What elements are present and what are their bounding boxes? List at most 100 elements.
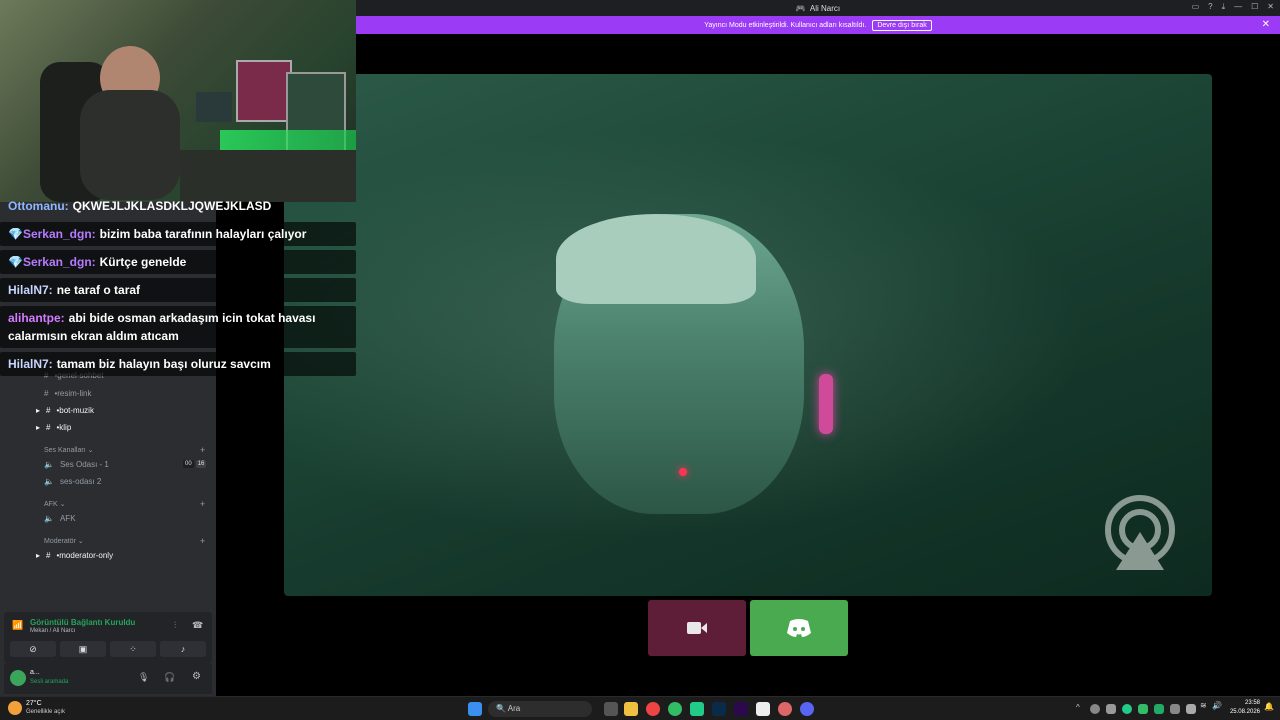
clock-date[interactable]: 25.08.2026 xyxy=(1226,709,1260,715)
weather-temp[interactable]: 27°C xyxy=(26,700,42,707)
noise-suppression-icon[interactable]: ⫶ xyxy=(174,620,176,631)
camera-icon xyxy=(687,622,707,634)
hash-icon: # xyxy=(44,389,49,398)
diamond-badge-icon: 💎 xyxy=(8,255,23,269)
activities-button[interactable]: ⁘ xyxy=(110,641,156,657)
close-icon[interactable]: ✕ xyxy=(1267,2,1274,12)
premiere-icon[interactable] xyxy=(734,702,748,716)
category-voice[interactable]: Ses Kanalları ⌄ xyxy=(44,446,93,454)
download-icon[interactable]: ⤓ xyxy=(1222,2,1226,12)
disconnect-icon[interactable]: ☎ xyxy=(192,620,203,631)
add-channel-icon[interactable]: + xyxy=(200,499,205,509)
discord-button[interactable] xyxy=(750,600,848,656)
disable-streamer-mode-button[interactable]: Devre dışı bırak xyxy=(872,19,932,31)
app-icon[interactable] xyxy=(668,702,682,716)
category-moderator[interactable]: Moderatör ⌄ xyxy=(44,537,84,545)
minimize-icon[interactable]: — xyxy=(1234,2,1242,12)
discord-taskbar-icon[interactable] xyxy=(800,702,814,716)
channel-klip[interactable]: ▸ # •klip xyxy=(36,423,71,432)
chat-message: HilalN7: ne taraf o taraf xyxy=(0,278,356,302)
voice-location[interactable]: Mekan / Ali Narcı xyxy=(30,628,75,634)
username: a... xyxy=(30,669,40,676)
inbox-icon[interactable]: ▭ xyxy=(1192,2,1200,12)
hash-icon: # xyxy=(46,423,51,432)
add-channel-icon[interactable]: + xyxy=(200,445,205,455)
discord-icon: 🎮 xyxy=(795,3,806,13)
taskbar-search[interactable]: 🔍 Ara xyxy=(488,701,592,717)
tray-icon[interactable] xyxy=(1154,704,1164,714)
search-icon: 🔍 xyxy=(496,704,506,713)
taskbar: 27°C Genellikle açık 🔍 Ara ^ ≋ 🔊 23:58 2… xyxy=(0,696,1280,720)
app-icon[interactable] xyxy=(756,702,770,716)
webcam-overlay xyxy=(0,0,356,202)
rgb-light xyxy=(220,130,356,150)
channel-bot-muzik[interactable]: ▸ # •bot-muzik xyxy=(36,406,94,415)
chevron-up-icon[interactable]: ^ xyxy=(1076,703,1080,712)
tray-icon[interactable] xyxy=(1186,704,1196,714)
screen-share-icon: ▣ xyxy=(78,643,88,654)
camera-button[interactable] xyxy=(648,600,746,656)
poster xyxy=(196,92,232,122)
notification-bell-icon[interactable]: 🔔 xyxy=(1264,702,1274,711)
category-afk[interactable]: AFK ⌄ xyxy=(44,500,65,508)
banner-text: Yayıncı Modu etkinleştirildi. Kullanıcı … xyxy=(704,21,867,29)
signal-icon: 📶 xyxy=(12,620,24,630)
chevron-right-icon: ▸ xyxy=(36,406,41,415)
screen-share-button[interactable]: ▣ xyxy=(60,641,106,657)
help-icon[interactable]: ? xyxy=(1208,2,1212,12)
video-feed[interactable] xyxy=(284,74,1212,596)
diamond-badge-icon: 💎 xyxy=(8,227,23,241)
clock-time[interactable]: 23:58 xyxy=(1236,700,1260,706)
chat-message: alihantpe: abi bide osman arkadaşım icin … xyxy=(0,306,356,348)
tray-icon[interactable] xyxy=(1170,704,1180,714)
tray-icon[interactable] xyxy=(1122,704,1132,714)
channel-moderator-only[interactable]: ▸ # •moderator-only xyxy=(36,551,113,560)
chat-message: HilalN7: tamam biz halayın başı oluruz sa… xyxy=(0,352,356,376)
streamer-mode-banner: Yayıncı Modu etkinleştirildi. Kullanıcı … xyxy=(356,16,1280,34)
chat-message: 💎Serkan_dgn: Kürtçe genelde xyxy=(0,250,356,274)
soundboard-icon: ♪ xyxy=(180,644,186,654)
microphone-icon[interactable]: 🎙 xyxy=(138,672,149,683)
file-explorer-icon[interactable] xyxy=(624,702,638,716)
speaker-icon: 🔈 xyxy=(44,460,54,469)
avatar[interactable] xyxy=(10,670,26,686)
window-titlebar: 🎮 Ali Narcı ▭ ? ⤓ — ☐ ✕ xyxy=(356,0,1280,16)
add-channel-icon[interactable]: + xyxy=(200,536,205,546)
tray-icon[interactable] xyxy=(1090,704,1100,714)
microphone-light xyxy=(679,468,687,476)
soundboard-button[interactable]: ♪ xyxy=(160,641,206,657)
settings-gear-icon[interactable]: ⚙ xyxy=(192,671,201,682)
chat-message: Ottomanu: QKWEJLJKLASDKLJQWEJKLASD xyxy=(8,199,272,213)
voice-channel-afk[interactable]: 🔈 AFK xyxy=(44,514,76,523)
volume-icon[interactable]: 🔊 xyxy=(1212,701,1222,710)
headphones-icon[interactable]: 🎧 xyxy=(164,672,175,683)
app-icon[interactable] xyxy=(690,702,704,716)
stream-chat-overlay: Ottomanu: QKWEJLJKLASDKLJQWEJKLASD 💎Serka… xyxy=(0,196,356,380)
speaker-icon: 🔈 xyxy=(44,477,54,486)
tray-icon[interactable] xyxy=(1138,704,1148,714)
start-icon[interactable] xyxy=(468,702,482,716)
speaker-icon: 🔈 xyxy=(44,514,54,523)
close-banner-icon[interactable]: ✕ xyxy=(1262,19,1270,30)
voice-channel-2[interactable]: 🔈 ses-odası 2 xyxy=(44,477,101,486)
beanie-hat xyxy=(556,214,756,304)
weather-sun-icon xyxy=(8,701,22,715)
tray-icon[interactable] xyxy=(1106,704,1116,714)
voice-channel-1[interactable]: 🔈 Ses Odası - 1 xyxy=(44,460,109,469)
chat-message: 💎Serkan_dgn: bizim baba tarafının halayla… xyxy=(0,222,356,246)
channel-resim-link[interactable]: # •resim-link xyxy=(44,389,91,398)
chevron-right-icon: ▸ xyxy=(36,423,41,432)
photoshop-icon[interactable] xyxy=(712,702,726,716)
wifi-icon[interactable]: ≋ xyxy=(1200,701,1207,710)
task-view-icon[interactable] xyxy=(604,702,618,716)
voice-status: Görüntülü Bağlantı Kuruldu xyxy=(30,618,136,627)
user-status: Sesli aramada xyxy=(30,679,69,685)
voice-limit-badge: 00 16 xyxy=(183,460,207,468)
maximize-icon[interactable]: ☐ xyxy=(1251,2,1258,12)
chrome-icon[interactable] xyxy=(646,702,660,716)
app-icon[interactable] xyxy=(778,702,792,716)
hash-icon: # xyxy=(46,551,51,560)
weather-desc: Genellikle açık xyxy=(26,709,66,715)
video-off-button[interactable]: ⊘ xyxy=(10,641,56,657)
window-controls: ▭ ? ⤓ — ☐ ✕ xyxy=(1192,2,1274,12)
